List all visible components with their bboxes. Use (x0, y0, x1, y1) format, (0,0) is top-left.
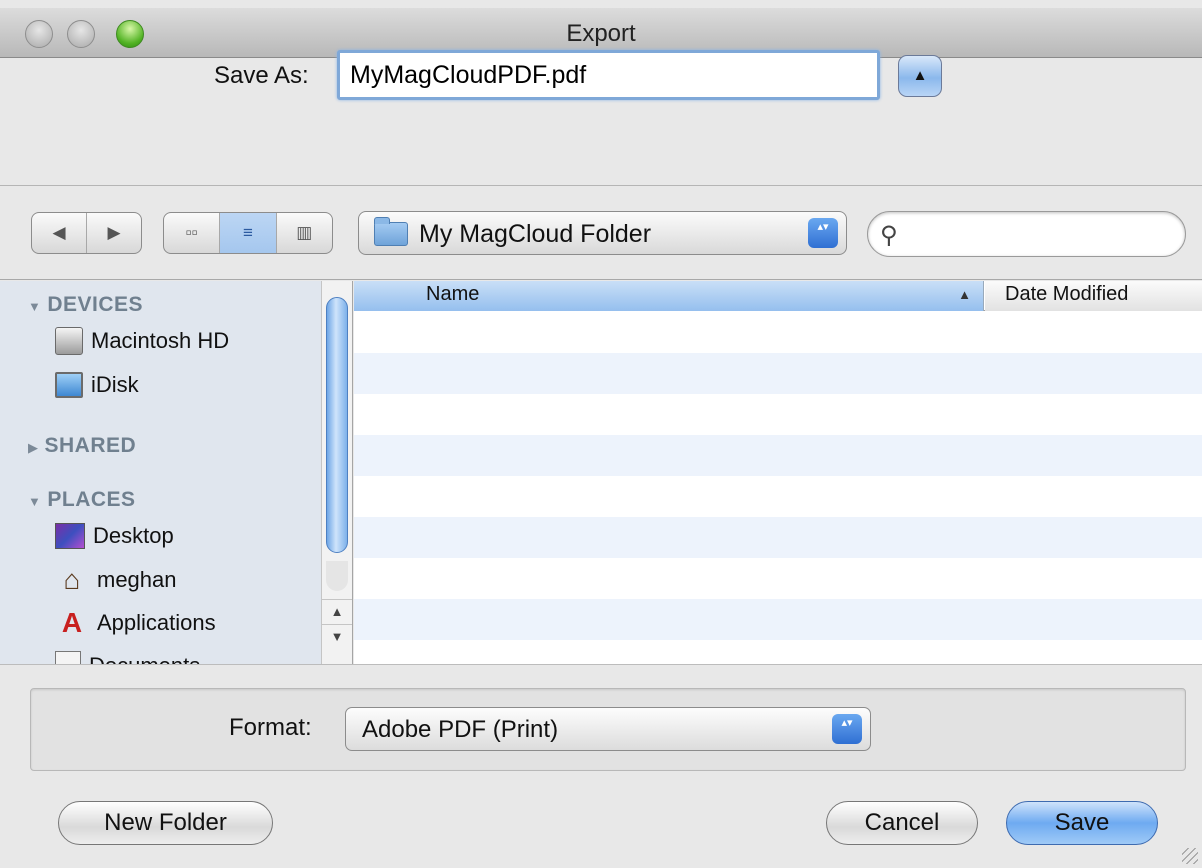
resize-grip-icon[interactable] (1182, 848, 1198, 864)
sidebar-section-devices[interactable]: ▼ DEVICES (28, 293, 143, 317)
format-value: Adobe PDF (Print) (362, 716, 559, 743)
icon-view-button[interactable]: ▫▫ (164, 213, 221, 253)
forward-arrow-icon: ▶ (107, 223, 121, 242)
new-folder-button[interactable]: New Folder (58, 801, 273, 845)
list-view-icon: ≡ (243, 223, 253, 242)
view-mode-control: ▫▫ ≡ ▥ (163, 212, 333, 254)
scroll-down-icon: ▼ (330, 629, 344, 644)
scroll-up-button[interactable]: ▲ (322, 599, 352, 623)
location-label: My MagCloud Folder (419, 220, 652, 248)
format-label: Format: (229, 714, 312, 741)
disclosure-expanded-icon: ▼ (28, 299, 42, 314)
sidebar-item-applications[interactable]: A Applications (55, 608, 216, 642)
disclosure-expanded-icon: ▼ (28, 494, 42, 509)
column-header-name[interactable]: Name ▲ (354, 281, 984, 311)
save-as-field[interactable] (337, 50, 880, 100)
back-button[interactable]: ◀ (32, 213, 87, 253)
column-view-icon: ▥ (296, 223, 313, 242)
format-popup[interactable]: Adobe PDF (Print) ▴▾ (345, 707, 871, 751)
sidebar-item-desktop[interactable]: Desktop (55, 522, 174, 556)
list-row (354, 517, 1202, 558)
sidebar-scrollbar[interactable]: ▲ ▼ (321, 281, 353, 664)
list-row (354, 640, 1202, 664)
disclosure-collapsed-icon: ▶ (28, 440, 39, 455)
sidebar-item-documents[interactable]: Documents (55, 651, 200, 664)
documents-icon (55, 651, 81, 664)
sort-ascending-icon: ▲ (958, 287, 971, 302)
triangle-up-icon: ▲ (912, 67, 928, 84)
search-input[interactable]: ⚲ (867, 211, 1186, 257)
list-row (354, 353, 1202, 394)
back-forward-control: ◀ ▶ (31, 212, 142, 254)
home-icon: ⌂ (63, 564, 81, 595)
expand-dialog-button[interactable]: ▲ (898, 55, 942, 97)
sidebar-scroll-track[interactable] (326, 561, 348, 591)
browser-toolbar: ◀ ▶ ▫▫ ≡ ▥ My MagCloud Folder ▴▾ ⚲ (0, 187, 1202, 280)
save-button[interactable]: Save (1006, 801, 1158, 845)
file-list[interactable]: Name ▲ Date Modified (354, 281, 1202, 664)
list-row (354, 476, 1202, 517)
window-title: Export (566, 20, 636, 47)
sidebar: ▼ DEVICES Macintosh HD iDisk ▶ SHARED ▼ PLA… (0, 281, 321, 664)
forward-button[interactable]: ▶ (87, 213, 141, 253)
scroll-down-button[interactable]: ▼ (322, 624, 352, 648)
scroll-up-icon: ▲ (330, 604, 344, 619)
list-row (354, 435, 1202, 476)
sidebar-item-meghan[interactable]: ⌂ meghan (55, 565, 177, 599)
sidebar-item-macintosh-hd[interactable]: Macintosh HD (55, 327, 229, 361)
cancel-button[interactable]: Cancel (826, 801, 978, 845)
sidebar-section-shared[interactable]: ▶ SHARED (28, 434, 136, 458)
column-view-button[interactable]: ▥ (277, 213, 332, 253)
sidebar-scroll-thumb[interactable] (326, 297, 348, 553)
applications-icon: A (61, 607, 83, 638)
back-arrow-icon: ◀ (52, 223, 66, 242)
hard-drive-icon (55, 327, 83, 356)
column-header-row: Name ▲ Date Modified (354, 281, 1202, 311)
popup-arrows-icon: ▴▾ (832, 714, 862, 744)
icon-view-icon: ▫▫ (185, 223, 198, 242)
sidebar-item-idisk[interactable]: iDisk (55, 371, 139, 405)
list-row (354, 558, 1202, 599)
list-row (354, 394, 1202, 435)
list-view-button[interactable]: ≡ (220, 213, 277, 253)
column-header-date-modified[interactable]: Date Modified (985, 281, 1202, 311)
folder-icon (374, 217, 408, 246)
search-icon: ⚲ (880, 222, 898, 249)
idisk-icon (55, 372, 83, 399)
sidebar-section-places[interactable]: ▼ PLACES (28, 488, 136, 512)
list-row (354, 312, 1202, 353)
location-popup[interactable]: My MagCloud Folder ▴▾ (358, 211, 847, 255)
desktop-icon (55, 523, 85, 550)
list-row (354, 599, 1202, 640)
save-as-label: Save As: (214, 62, 309, 89)
popup-arrows-icon: ▴▾ (808, 218, 838, 248)
